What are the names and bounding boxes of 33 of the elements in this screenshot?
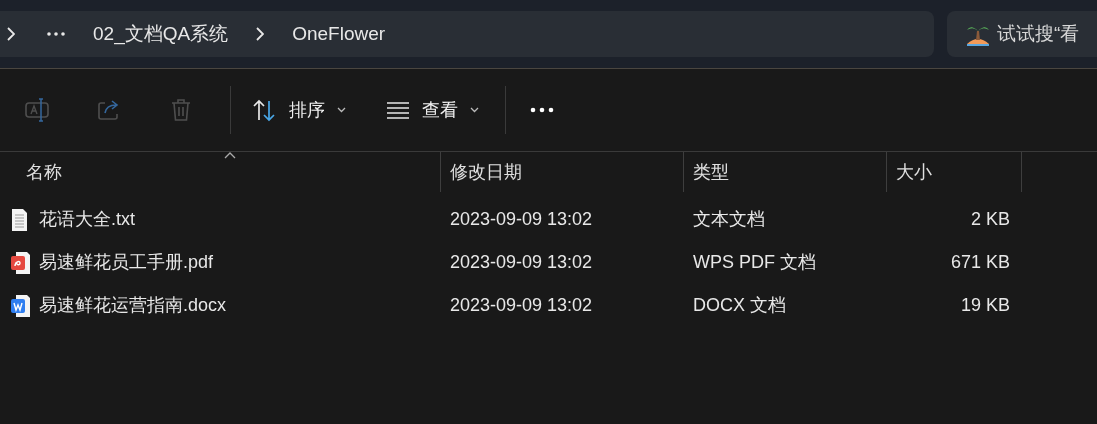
file-type: WPS PDF 文档 xyxy=(693,252,816,272)
column-header[interactable]: 类型 xyxy=(693,158,729,186)
file-size: 2 KB xyxy=(970,209,1010,229)
chevron-down-icon xyxy=(337,107,346,113)
modified-date: 2023-09-09 13:02 xyxy=(450,252,593,272)
file-size: 19 KB xyxy=(960,295,1010,315)
rename-icon xyxy=(24,97,50,123)
view-menu-button[interactable]: 查看 xyxy=(376,90,489,130)
ellipsis-icon xyxy=(47,32,65,36)
file-name[interactable]: 花语大全.txt xyxy=(39,206,135,233)
file-type: DOCX 文档 xyxy=(693,295,786,315)
address-bar[interactable]: 02_文档QA系统 OneFlower xyxy=(0,11,934,57)
column-header[interactable]: 名称 xyxy=(26,158,62,186)
word-file-icon xyxy=(10,293,31,318)
file-name[interactable]: 易速鲜花员工手册.pdf xyxy=(39,249,214,276)
column-header[interactable]: 修改日期 xyxy=(450,158,522,186)
breadcrumb-item[interactable]: OneFlower xyxy=(292,19,386,49)
breadcrumb-item[interactable]: 02_文档QA系统 xyxy=(93,19,229,49)
search-placeholder: 试试搜“看 xyxy=(997,21,1080,46)
chevron-down-icon xyxy=(470,107,479,113)
more-icon xyxy=(530,107,554,113)
search-field[interactable]: 试试搜“看 xyxy=(947,11,1097,57)
modified-date: 2023-09-09 13:02 xyxy=(450,295,593,315)
modified-date: 2023-09-09 13:02 xyxy=(450,209,593,229)
chevron-right-icon xyxy=(256,27,265,41)
chevron-right-icon xyxy=(7,27,15,41)
pdf-file-icon xyxy=(10,250,31,275)
column-header[interactable]: 大小 xyxy=(896,158,932,186)
file-name[interactable]: 易速鲜花运营指南.docx xyxy=(39,292,227,319)
file-size: 671 KB xyxy=(950,252,1010,272)
sort-icon xyxy=(253,98,277,122)
file-type: 文本文档 xyxy=(693,209,765,229)
sort-menu-button[interactable]: 排序 xyxy=(243,90,356,130)
